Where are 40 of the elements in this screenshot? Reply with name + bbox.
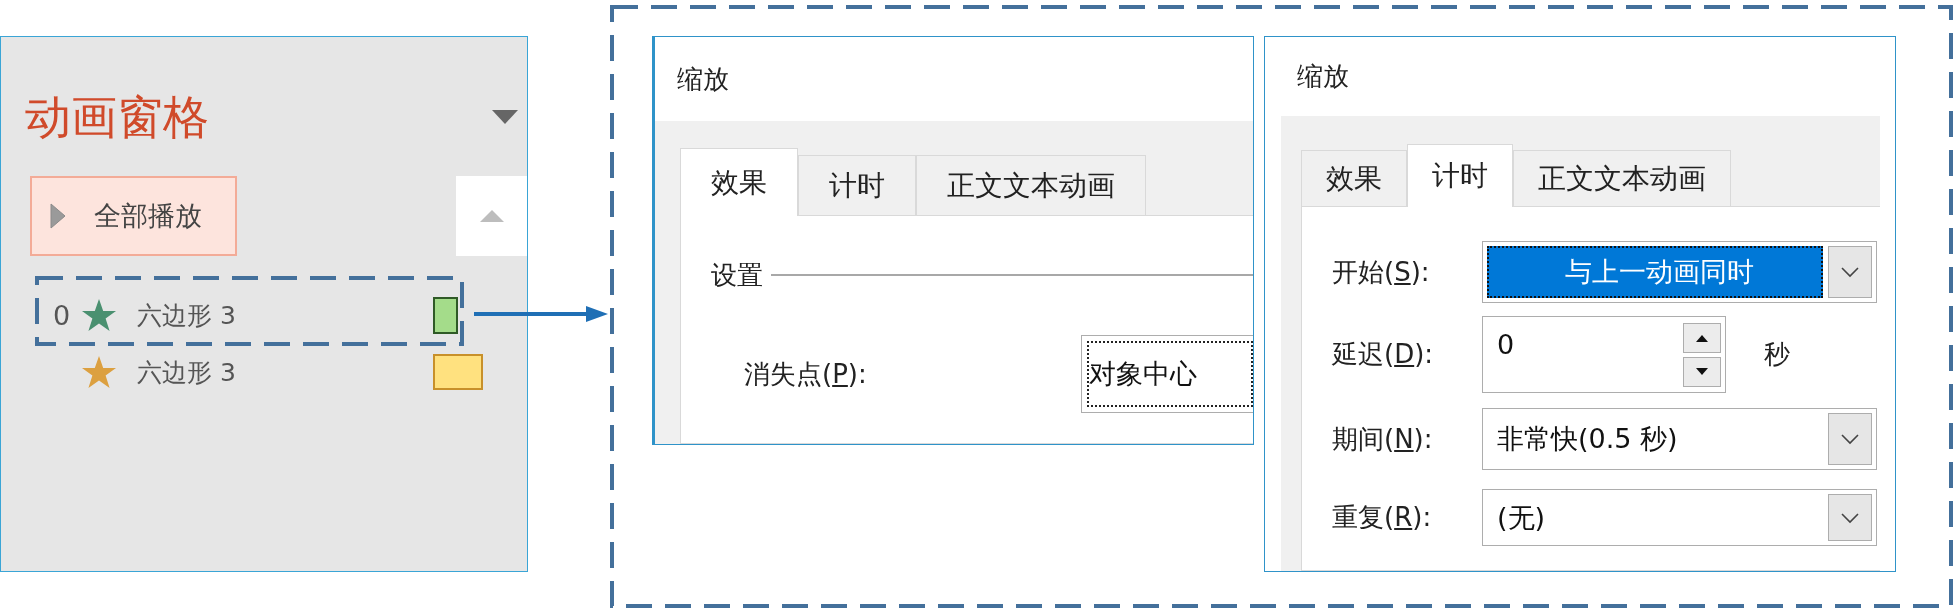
field-label: 开始(S): [1332,255,1431,289]
chevron-down-icon[interactable] [1828,494,1872,541]
up-triangle-icon [479,210,504,222]
tab[interactable]: 正文文本动画 [1513,150,1731,206]
animation-item-name[interactable]: 六边形 3 [137,298,433,332]
spin-up-button[interactable] [1683,322,1721,353]
play-all-button[interactable]: 全部播放 [30,176,237,256]
dialog-title: 缩放 [677,62,729,96]
scroll-up-button[interactable] [456,176,527,256]
tab[interactable]: 效果 [1301,150,1407,206]
star-icon [81,298,117,332]
field-label: 延迟(D): [1332,338,1435,371]
tab[interactable]: 计时 [798,155,916,215]
chevron-down-icon[interactable] [1828,413,1872,465]
tab[interactable]: 正文文本动画 [916,155,1146,215]
tab[interactable]: 计时 [1407,144,1513,207]
animation-item-name[interactable]: 六边形 3 [137,355,433,389]
dropdown-field[interactable]: 对象中心 [1081,335,1253,413]
tab[interactable]: 效果 [680,148,798,216]
number-field[interactable]: 0 [1482,316,1726,393]
chevron-down-icon[interactable] [1828,246,1872,298]
item-number: 0 [53,299,72,331]
dropdown-field[interactable]: 与上一动画同时 [1482,241,1877,303]
field-label: 消失点(P): [744,357,868,391]
down-triangle-icon [1696,367,1708,376]
dropdown-field[interactable]: (无) [1482,489,1877,546]
up-triangle-icon [1696,333,1708,342]
dialog-title: 缩放 [1297,60,1349,93]
field-label: 期间(N): [1332,422,1434,456]
timing-bar [433,296,458,334]
star-icon [81,355,117,389]
pane-title: 动画窗格 [25,89,209,145]
dropdown-field[interactable]: 非常快(0.5 秒) [1482,408,1877,470]
field-label: 重复(R): [1332,501,1433,534]
group-label: 设置 [711,258,763,292]
timing-bar [433,354,483,390]
dropdown-icon[interactable] [492,110,518,124]
unit-label: 秒 [1764,338,1790,371]
play-icon [50,203,66,229]
spin-down-button[interactable] [1683,356,1721,387]
